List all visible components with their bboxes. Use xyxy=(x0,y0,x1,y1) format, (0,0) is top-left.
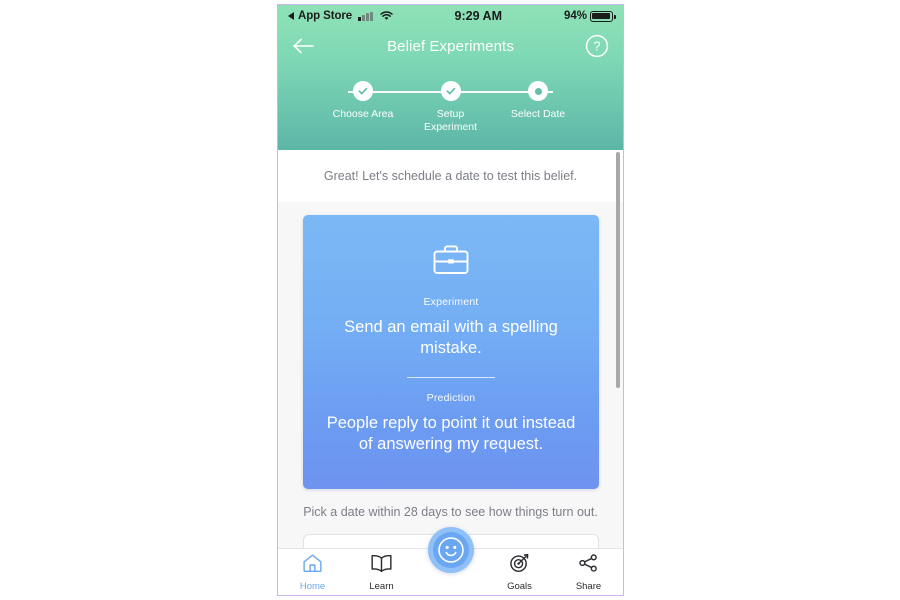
stepper-step-label: Select Date xyxy=(510,108,566,120)
tab-goals[interactable]: Goals xyxy=(485,549,554,595)
book-icon xyxy=(370,553,393,578)
status-bar-left: App Store xyxy=(288,10,393,22)
stepper-step-label: Choose Area xyxy=(332,108,394,120)
tab-label: Goals xyxy=(507,580,532,592)
experiment-text: Send an email with a spelling mistake. xyxy=(344,318,558,357)
status-bar-right: 94% xyxy=(563,10,616,22)
card-divider xyxy=(407,377,495,378)
battery-percent: 94% xyxy=(563,10,587,22)
home-icon xyxy=(302,553,323,578)
mood-check-in-button[interactable] xyxy=(427,527,474,573)
question-circle-icon: ? xyxy=(585,34,609,58)
date-hint-text: Pick a date within 28 days to see how th… xyxy=(303,505,598,519)
step-dot-current xyxy=(528,81,548,101)
stepper-step-choose-area[interactable]: Choose Area xyxy=(326,79,400,134)
experiment-card[interactable]: Experiment Send an email with a spelling… xyxy=(303,215,599,489)
help-button[interactable]: ? xyxy=(585,34,609,58)
experiment-kicker: Experiment xyxy=(423,296,479,308)
stepper-step-select-date[interactable]: Select Date xyxy=(501,79,575,134)
tab-label: Learn xyxy=(369,580,394,592)
check-icon xyxy=(446,87,455,95)
battery-icon xyxy=(590,10,616,22)
bottom-tab-bar: Home Learn Goals Share xyxy=(278,527,623,595)
intro-text: Great! Let's schedule a date to test thi… xyxy=(323,169,578,183)
tab-learn[interactable]: Learn xyxy=(347,549,416,595)
svg-text:?: ? xyxy=(594,40,601,54)
tab-share[interactable]: Share xyxy=(554,549,623,595)
briefcase-icon xyxy=(431,241,471,282)
arrow-left-icon xyxy=(293,38,314,54)
page-title: Belief Experiments xyxy=(387,37,514,55)
cellular-bars-icon xyxy=(358,11,373,21)
back-button[interactable] xyxy=(292,33,318,59)
check-icon xyxy=(358,87,368,95)
intro-banner: Great! Let's schedule a date to test thi… xyxy=(278,150,623,202)
app-header: App Store 9:29 AM 94% Belief Experiments… xyxy=(278,5,623,150)
wifi-icon xyxy=(379,11,393,21)
phone-frame: App Store 9:29 AM 94% Belief Experiments… xyxy=(277,4,624,596)
status-bar-time: 9:29 AM xyxy=(454,9,502,23)
prediction-kicker: Prediction xyxy=(426,392,476,404)
share-icon xyxy=(578,553,599,578)
stepper-step-label: Setup Experiment xyxy=(423,108,478,133)
prediction-text: People reply to point it out instead of … xyxy=(326,414,576,453)
scrollbar-track[interactable] xyxy=(616,150,621,548)
screenshot-canvas: App Store 9:29 AM 94% Belief Experiments… xyxy=(0,0,900,600)
tab-home[interactable]: Home xyxy=(278,549,347,595)
step-dot-completed xyxy=(440,81,461,101)
scrollbar-thumb[interactable] xyxy=(616,152,620,388)
target-icon xyxy=(509,553,530,578)
smiley-face-icon xyxy=(432,532,469,568)
stepper-step-setup-experiment[interactable]: Setup Experiment xyxy=(414,79,488,134)
step-dot-completed xyxy=(353,81,373,101)
status-back-label: App Store xyxy=(298,10,353,22)
tab-label: Share xyxy=(575,580,602,592)
triangle-left-icon xyxy=(288,12,294,20)
nav-bar: Belief Experiments ? xyxy=(278,27,623,65)
scroll-content[interactable]: Great! Let's schedule a date to test thi… xyxy=(278,150,623,548)
tab-label: Home xyxy=(299,580,326,592)
status-bar: App Store 9:29 AM 94% xyxy=(278,5,623,27)
stepper-steps: Choose Area Setup Experiment Select Date xyxy=(326,79,575,134)
progress-stepper: Choose Area Setup Experiment Select Date xyxy=(326,79,575,149)
